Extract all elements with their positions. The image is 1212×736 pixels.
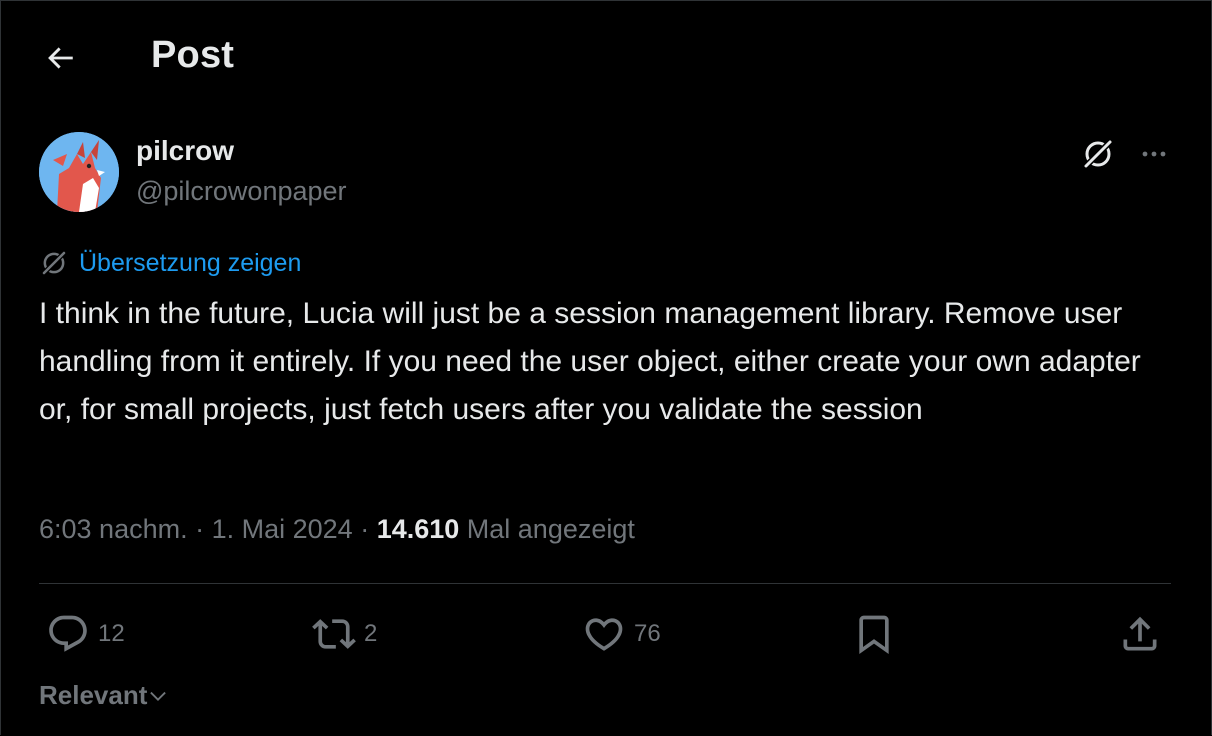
retweet-button[interactable]: 2 bbox=[312, 610, 377, 658]
retweet-icon bbox=[312, 619, 356, 649]
chevron-down-icon bbox=[150, 691, 167, 701]
views-count: 14.610 bbox=[376, 514, 460, 544]
tweet-date[interactable]: 1. Mai 2024 bbox=[212, 514, 353, 544]
tweet-text: I think in the future, Lucia will just b… bbox=[39, 297, 1141, 426]
reply-count: 12 bbox=[98, 620, 125, 647]
grok-button[interactable] bbox=[1078, 134, 1118, 174]
reply-button[interactable]: 12 bbox=[46, 610, 125, 658]
bookmark-button[interactable] bbox=[852, 610, 896, 658]
like-button[interactable]: 76 bbox=[582, 610, 661, 658]
tweet-meta: 6:03 nachm. · 1. Mai 2024 · 14.610 Mal a… bbox=[39, 514, 635, 545]
back-button[interactable] bbox=[40, 38, 80, 78]
bookmark-icon bbox=[859, 615, 889, 655]
grok-icon bbox=[41, 250, 67, 276]
grok-icon bbox=[1082, 138, 1114, 170]
author-handle[interactable]: @pilcrowonpaper bbox=[136, 176, 347, 207]
heart-icon bbox=[585, 618, 623, 651]
more-button[interactable] bbox=[1134, 134, 1174, 174]
translate-link[interactable]: Übersetzung zeigen bbox=[39, 248, 301, 278]
tweet-time[interactable]: 6:03 nachm. bbox=[39, 514, 188, 544]
arrow-left-icon bbox=[48, 47, 73, 69]
divider bbox=[39, 583, 1171, 584]
page-title: Post bbox=[151, 34, 235, 76]
meta-separator: · bbox=[187, 514, 212, 544]
avatar[interactable] bbox=[39, 132, 119, 212]
fox-avatar-icon bbox=[39, 132, 119, 212]
share-icon bbox=[1123, 616, 1157, 651]
reply-icon bbox=[49, 615, 87, 652]
author-name[interactable]: pilcrow bbox=[136, 135, 234, 167]
sort-label[interactable]: Relevant bbox=[39, 680, 147, 711]
meta-separator: · bbox=[352, 514, 377, 544]
views-label: Mal angezeigt bbox=[459, 514, 635, 544]
like-count: 76 bbox=[634, 620, 661, 647]
sort-dropdown[interactable]: Relevant bbox=[39, 680, 169, 711]
translate-label[interactable]: Übersetzung zeigen bbox=[79, 249, 301, 278]
header: Post bbox=[0, 20, 1212, 90]
more-dots-icon bbox=[1142, 151, 1166, 157]
retweet-count: 2 bbox=[364, 620, 378, 647]
share-button[interactable] bbox=[1118, 610, 1162, 658]
